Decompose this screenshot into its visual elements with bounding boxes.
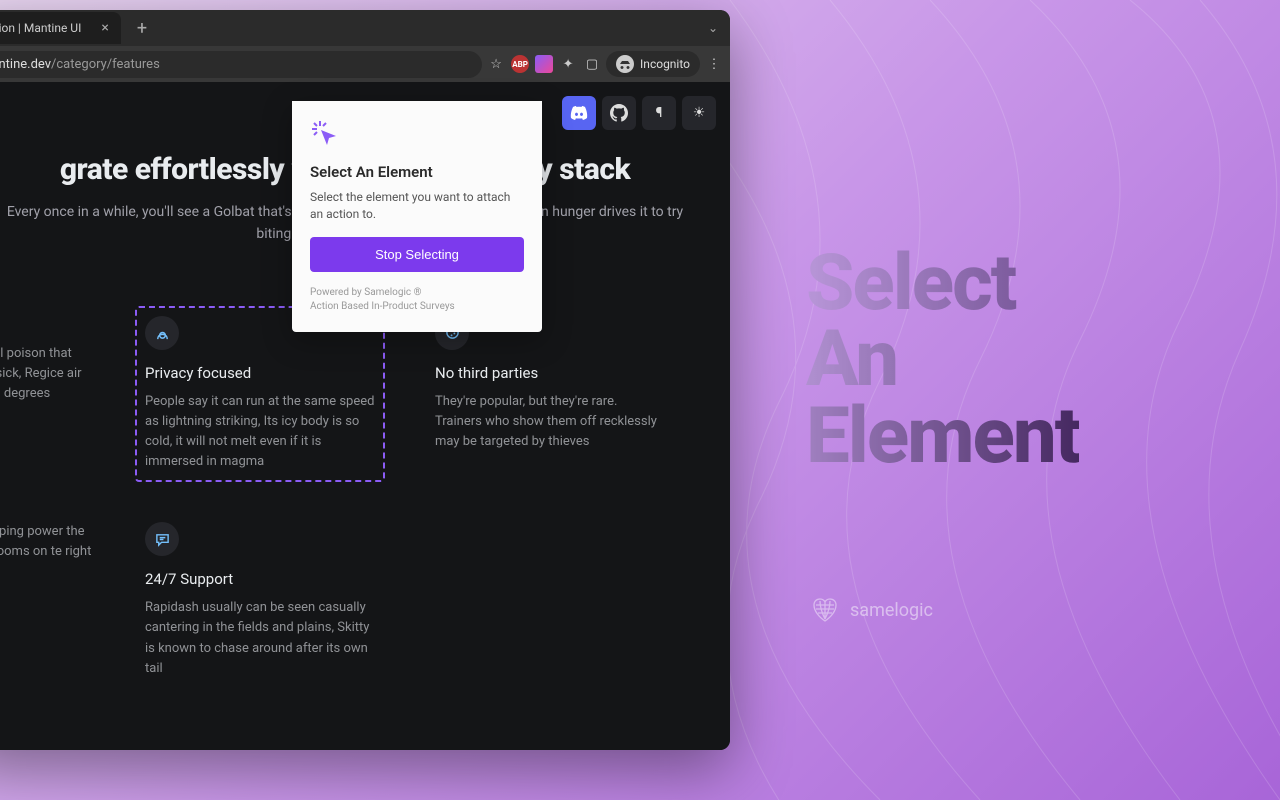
close-icon[interactable]: × — [101, 20, 108, 36]
extension-samelogic-icon[interactable] — [534, 54, 554, 74]
hero-line-1: Select — [806, 246, 1079, 322]
feature-card[interactable]: 24/7 Support Rapidash usually can be see… — [135, 512, 385, 689]
brand-mark: samelogic — [810, 595, 933, 625]
text-direction-button[interactable]: ¶ — [642, 96, 676, 130]
feature-desc: People say it can run at the same speed … — [145, 392, 375, 473]
feature-card[interactable]: its jumping power the mushrooms on te ri… — [0, 512, 95, 689]
features-row-2: its jumping power the mushrooms on te ri… — [0, 482, 730, 689]
tab-title: ection | Mantine UI — [0, 21, 81, 35]
popup-text: Select the element you want to attach an… — [310, 189, 524, 223]
user-icon — [145, 316, 179, 350]
feature-card[interactable]: e owerful poison that estler sick, Regic… — [0, 306, 95, 483]
browser-tab[interactable]: ection | Mantine UI × — [0, 12, 121, 44]
github-button[interactable] — [602, 96, 636, 130]
url-domain: mantine.dev — [0, 57, 51, 72]
feature-desc: owerful poison that estler sick, Regice … — [0, 344, 95, 404]
theme-button[interactable]: ☀ — [682, 96, 716, 130]
discord-icon — [570, 106, 588, 120]
url-field[interactable]: mantine.dev/category/features — [0, 51, 482, 78]
url-path: /category/features — [51, 57, 160, 72]
discord-button[interactable] — [562, 96, 596, 130]
url-bar: mantine.dev/category/features ☆ ABP ✦ ▢ … — [0, 46, 730, 82]
popup-footer: Powered by Samelogic ® Action Based In-P… — [310, 286, 524, 314]
hero-line-3: Element — [806, 399, 1079, 475]
kebab-menu-icon[interactable]: ⋮ — [704, 54, 724, 74]
panel-icon[interactable]: ▢ — [582, 54, 602, 74]
hero-line-2: An — [806, 322, 1079, 398]
hero-title: Select An Element — [806, 246, 1079, 475]
popup-footer-line1: Powered by Samelogic ® — [310, 286, 524, 300]
select-element-popup: Select An Element Select the element you… — [292, 101, 542, 332]
extensions-icon[interactable]: ✦ — [558, 54, 578, 74]
feature-title: 24/7 Support — [145, 570, 375, 588]
abp-icon[interactable]: ABP — [510, 54, 530, 74]
popup-title: Select An Element — [310, 163, 524, 181]
feature-desc: They're popular, but they're rare. Train… — [435, 392, 665, 452]
incognito-label: Incognito — [640, 57, 690, 71]
incognito-icon — [616, 55, 634, 73]
feature-desc: Rapidash usually can be seen casually ca… — [145, 598, 375, 679]
popup-footer-line2: Action Based In-Product Surveys — [310, 300, 524, 314]
tab-bar: ection | Mantine UI × + ⌄ — [0, 10, 730, 46]
new-tab-button[interactable]: + — [129, 18, 155, 39]
samelogic-icon — [810, 595, 840, 625]
github-icon — [610, 104, 628, 122]
incognito-chip[interactable]: Incognito — [606, 51, 700, 77]
feature-card[interactable]: No third parties They're popular, but th… — [425, 306, 675, 483]
feature-desc: its jumping power the mushrooms on te ri… — [0, 522, 95, 562]
stop-selecting-button[interactable]: Stop Selecting — [310, 237, 524, 272]
page-toolbar: ¶ ☀ — [562, 96, 716, 130]
tab-dropdown-icon[interactable]: ⌄ — [708, 21, 718, 35]
feature-card-selected[interactable]: Privacy focused People say it can run at… — [135, 306, 385, 483]
feature-title: Privacy focused — [145, 364, 375, 382]
star-icon[interactable]: ☆ — [486, 54, 506, 74]
chat-icon — [145, 522, 179, 556]
feature-title: No third parties — [435, 364, 665, 382]
cursor-click-icon — [310, 119, 524, 153]
brand-name: samelogic — [850, 600, 933, 621]
feature-title: e — [0, 316, 95, 334]
